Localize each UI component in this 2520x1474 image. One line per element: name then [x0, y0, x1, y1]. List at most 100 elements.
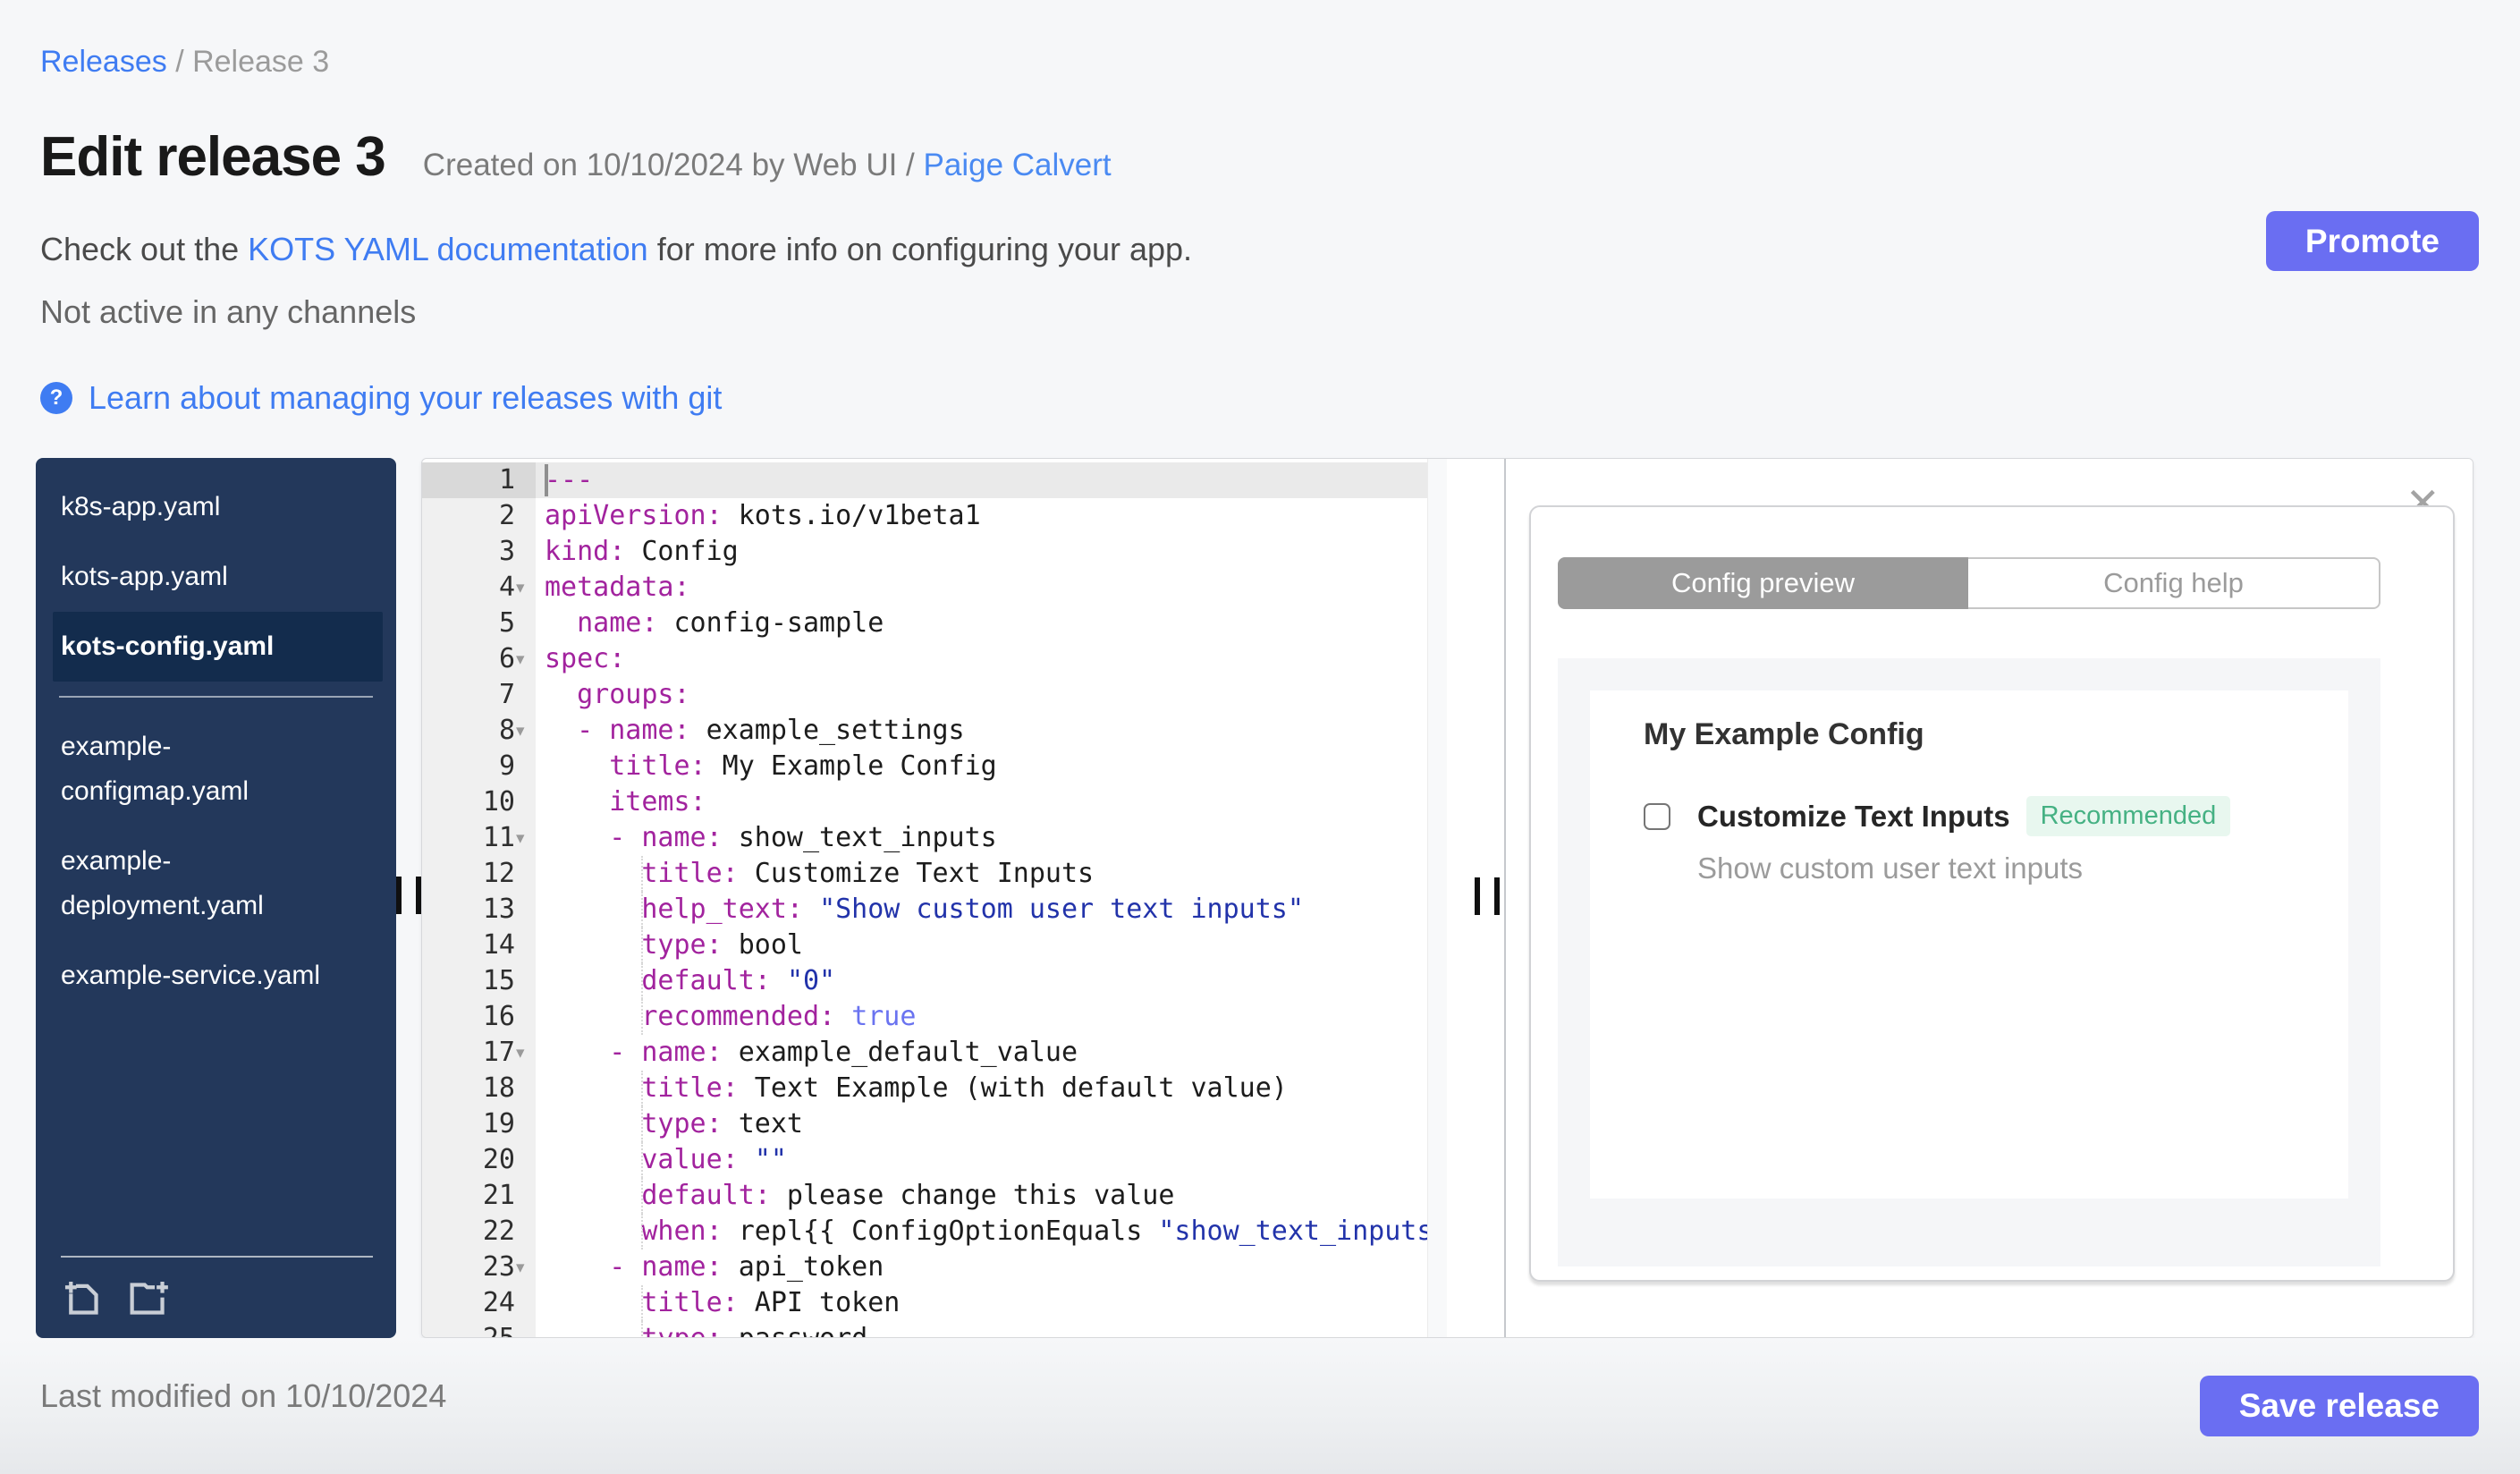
indent-guide — [641, 856, 643, 892]
fold-arrow-icon[interactable]: ▾ — [516, 1250, 536, 1285]
code-text[interactable]: value: "" — [536, 1142, 1447, 1178]
editor-preview-card: 1 --- 2 apiVersion: kots.io/v1beta1 3 kind: C… — [421, 458, 2473, 1338]
config-render-area: My Example Config Customize Text Inputs … — [1558, 658, 2380, 1266]
gutter-line-number: 3 — [422, 534, 536, 570]
fold-arrow-icon[interactable]: ▾ — [516, 820, 536, 856]
code-text[interactable]: apiVersion: kots.io/v1beta1 — [536, 498, 1447, 534]
code-text[interactable]: recommended: true — [536, 999, 1447, 1035]
add-folder-icon[interactable] — [125, 1277, 172, 1320]
breadcrumb-current: Release 3 — [192, 45, 330, 79]
editor-line-6[interactable]: 6 ▾ spec: — [422, 641, 1447, 677]
code-text[interactable]: name: config-sample — [536, 606, 1447, 641]
editor-line-7[interactable]: 7 groups: — [422, 677, 1447, 713]
file-list: k8s-app.yaml kots-app.yaml kots-config.yam… — [36, 458, 396, 1011]
code-text[interactable]: metadata: — [536, 570, 1447, 606]
editor-line-24[interactable]: 24 title: API token — [422, 1285, 1447, 1321]
gutter-line-number: 15 — [422, 963, 536, 999]
fold-arrow-icon[interactable]: ▾ — [516, 1035, 536, 1071]
fold-arrow-icon[interactable]: ▾ — [516, 570, 536, 606]
indent-guide — [641, 1071, 643, 1106]
code-text[interactable]: items: — [536, 784, 1447, 820]
editor-line-17[interactable]: 17 ▾ - name: example_default_value — [422, 1035, 1447, 1071]
kots-yaml-doc-link[interactable]: KOTS YAML documentation — [248, 231, 648, 267]
file-item-example-deployment-yaml[interactable]: example-deployment.yaml — [53, 826, 383, 941]
editor-line-19[interactable]: 19 type: text — [422, 1106, 1447, 1142]
preview-resize-handle[interactable] — [1475, 877, 1500, 915]
git-releases-link[interactable]: Learn about managing your releases with … — [89, 379, 722, 417]
add-file-icon[interactable] — [61, 1277, 104, 1320]
file-item-example-configmap-yaml[interactable]: example-configmap.yaml — [53, 712, 383, 826]
tab-config-preview[interactable]: Config preview — [1558, 557, 1968, 609]
yaml-editor[interactable]: 1 --- 2 apiVersion: kots.io/v1beta1 3 kind: C… — [422, 459, 1447, 1337]
editor-line-20[interactable]: 20 value: "" — [422, 1142, 1447, 1178]
editor-line-14[interactable]: 14 type: bool — [422, 928, 1447, 963]
gutter-line-number: 20 — [422, 1142, 536, 1178]
preview-inner-card: Config preview Config help My Example Co… — [1529, 505, 2455, 1282]
code-text[interactable]: - name: example_default_value — [536, 1035, 1447, 1071]
editor-line-4[interactable]: 4 ▾ metadata: — [422, 570, 1447, 606]
code-text[interactable]: spec: — [536, 641, 1447, 677]
code-text[interactable]: title: Customize Text Inputs — [536, 856, 1447, 892]
code-text[interactable]: title: API token — [536, 1285, 1447, 1321]
editor-line-13[interactable]: 13 help_text: "Show custom user text inp… — [422, 892, 1447, 928]
gutter-line-number: 2 — [422, 498, 536, 534]
indent-guide — [641, 963, 643, 999]
file-item-kots-config-yaml[interactable]: kots-config.yaml — [53, 612, 383, 682]
editor-line-11[interactable]: 11 ▾ - name: show_text_inputs — [422, 820, 1447, 856]
tab-config-help[interactable]: Config help — [1968, 557, 2380, 609]
code-text[interactable]: type: bool — [536, 928, 1447, 963]
release-workspace: k8s-app.yaml kots-app.yaml kots-config.yam… — [36, 458, 2473, 1338]
code-text[interactable]: - name: example_settings — [536, 713, 1447, 749]
editor-line-2[interactable]: 2 apiVersion: kots.io/v1beta1 — [422, 498, 1447, 534]
file-sidebar: k8s-app.yaml kots-app.yaml kots-config.yam… — [36, 458, 396, 1338]
code-text[interactable]: default: "0" — [536, 963, 1447, 999]
customize-text-inputs-checkbox[interactable] — [1644, 802, 1670, 830]
code-text[interactable]: help_text: "Show custom user text inputs… — [536, 892, 1447, 928]
editor-line-16[interactable]: 16 recommended: true — [422, 999, 1447, 1035]
file-item-kots-app-yaml[interactable]: kots-app.yaml — [53, 542, 383, 612]
doc-line-prefix: Check out the — [40, 231, 249, 267]
editor-scrollbar[interactable] — [1427, 459, 1447, 1337]
editor-line-1[interactable]: 1 --- — [422, 462, 1447, 498]
doc-line: Check out the KOTS YAML documentation fo… — [40, 231, 1192, 268]
editor-line-15[interactable]: 15 default: "0" — [422, 963, 1447, 999]
indent-guide — [641, 1321, 643, 1337]
fold-arrow-icon[interactable]: ▾ — [516, 713, 536, 749]
editor-line-18[interactable]: 18 title: Text Example (with default val… — [422, 1071, 1447, 1106]
editor-line-22[interactable]: 22 when: repl{{ ConfigOptionEquals "show… — [422, 1214, 1447, 1250]
breadcrumb-releases-link[interactable]: Releases — [40, 45, 167, 79]
fold-arrow-icon[interactable]: ▾ — [516, 641, 536, 677]
editor-line-21[interactable]: 21 default: please change this value — [422, 1178, 1447, 1214]
code-text[interactable]: default: please change this value — [536, 1178, 1447, 1214]
editor-line-25[interactable]: 25 type: password — [422, 1321, 1447, 1337]
indent-guide — [641, 1214, 643, 1250]
code-text[interactable]: - name: api_token — [536, 1250, 1447, 1285]
code-text[interactable]: title: My Example Config — [536, 749, 1447, 784]
promote-button[interactable]: Promote — [2265, 211, 2479, 271]
editor-line-3[interactable]: 3 kind: Config — [422, 534, 1447, 570]
editor-line-10[interactable]: 10 items: — [422, 784, 1447, 820]
file-item-k8s-app-yaml[interactable]: k8s-app.yaml — [53, 472, 383, 542]
git-help-row: ? Learn about managing your releases wit… — [40, 379, 722, 417]
editor-line-9[interactable]: 9 title: My Example Config — [422, 749, 1447, 784]
code-text[interactable]: when: repl{{ ConfigOptionEquals "show_te… — [536, 1214, 1447, 1250]
code-text[interactable]: --- — [536, 462, 1447, 498]
text-cursor — [545, 464, 548, 496]
editor-line-8[interactable]: 8 ▾ - name: example_settings — [422, 713, 1447, 749]
file-list-divider — [59, 696, 373, 698]
code-text[interactable]: type: password — [536, 1321, 1447, 1337]
code-text[interactable]: type: text — [536, 1106, 1447, 1142]
editor-line-23[interactable]: 23 ▾ - name: api_token — [422, 1250, 1447, 1285]
doc-line-suffix: for more info on configuring your app. — [647, 231, 1193, 267]
code-text[interactable]: title: Text Example (with default value) — [536, 1071, 1447, 1106]
editor-line-5[interactable]: 5 name: config-sample — [422, 606, 1447, 641]
code-text[interactable]: groups: — [536, 677, 1447, 713]
save-release-button[interactable]: Save release — [2199, 1376, 2479, 1436]
code-text[interactable]: - name: show_text_inputs — [536, 820, 1447, 856]
sidebar-resize-handle[interactable] — [396, 877, 421, 914]
author-link[interactable]: Paige Calvert — [924, 148, 1112, 182]
gutter-line-number: 12 — [422, 856, 536, 892]
code-text[interactable]: kind: Config — [536, 534, 1447, 570]
file-item-example-service-yaml[interactable]: example-service.yaml — [53, 941, 383, 1011]
editor-line-12[interactable]: 12 title: Customize Text Inputs — [422, 856, 1447, 892]
